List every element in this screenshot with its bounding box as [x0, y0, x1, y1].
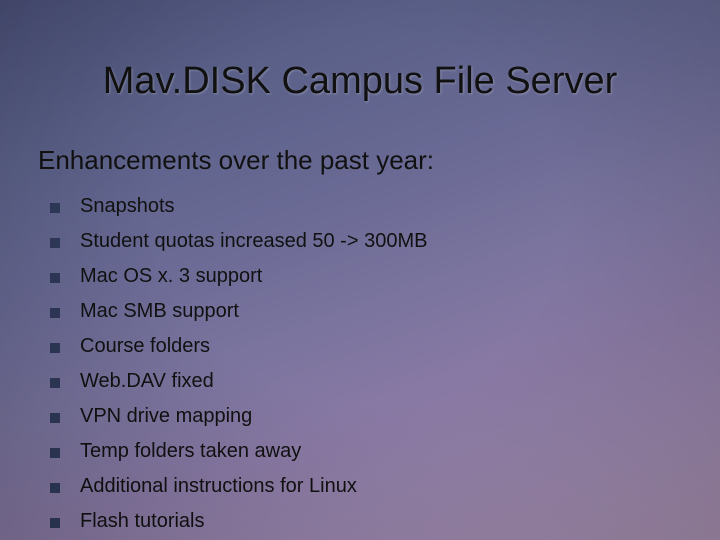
list-item: Mac SMB support — [50, 297, 680, 326]
bullet-text: Snapshots — [80, 192, 175, 221]
list-item: Mac OS x. 3 support — [50, 262, 680, 291]
list-item: Flash tutorials — [50, 507, 680, 536]
bullet-text: Mac OS x. 3 support — [80, 262, 262, 291]
bullet-text: Additional instructions for Linux — [80, 472, 357, 501]
bullet-icon — [50, 413, 60, 423]
bullet-text: Web.DAV fixed — [80, 367, 214, 396]
bullet-icon — [50, 483, 60, 493]
bullet-text: VPN drive mapping — [80, 402, 252, 431]
bullet-text: Temp folders taken away — [80, 437, 301, 466]
list-item: Course folders — [50, 332, 680, 361]
bullet-icon — [50, 273, 60, 283]
slide: Mav.DISK Campus File Server Enhancements… — [0, 0, 720, 540]
bullet-icon — [50, 343, 60, 353]
bullet-icon — [50, 203, 60, 213]
bullet-text: Student quotas increased 50 -> 300MB — [80, 227, 427, 256]
bullet-text: Mac SMB support — [80, 297, 239, 326]
bullet-icon — [50, 448, 60, 458]
list-item: Web.DAV fixed — [50, 367, 680, 396]
bullet-text: Flash tutorials — [80, 507, 205, 536]
list-item: Temp folders taken away — [50, 437, 680, 466]
list-item: Student quotas increased 50 -> 300MB — [50, 227, 680, 256]
list-item: Additional instructions for Linux — [50, 472, 680, 501]
bullet-list: Snapshots Student quotas increased 50 ->… — [50, 192, 680, 540]
bullet-text: Course folders — [80, 332, 210, 361]
bullet-icon — [50, 238, 60, 248]
slide-title: Mav.DISK Campus File Server — [0, 60, 720, 103]
slide-subtitle: Enhancements over the past year: — [38, 145, 434, 176]
bullet-icon — [50, 308, 60, 318]
list-item: VPN drive mapping — [50, 402, 680, 431]
bullet-icon — [50, 378, 60, 388]
bullet-icon — [50, 518, 60, 528]
list-item: Snapshots — [50, 192, 680, 221]
